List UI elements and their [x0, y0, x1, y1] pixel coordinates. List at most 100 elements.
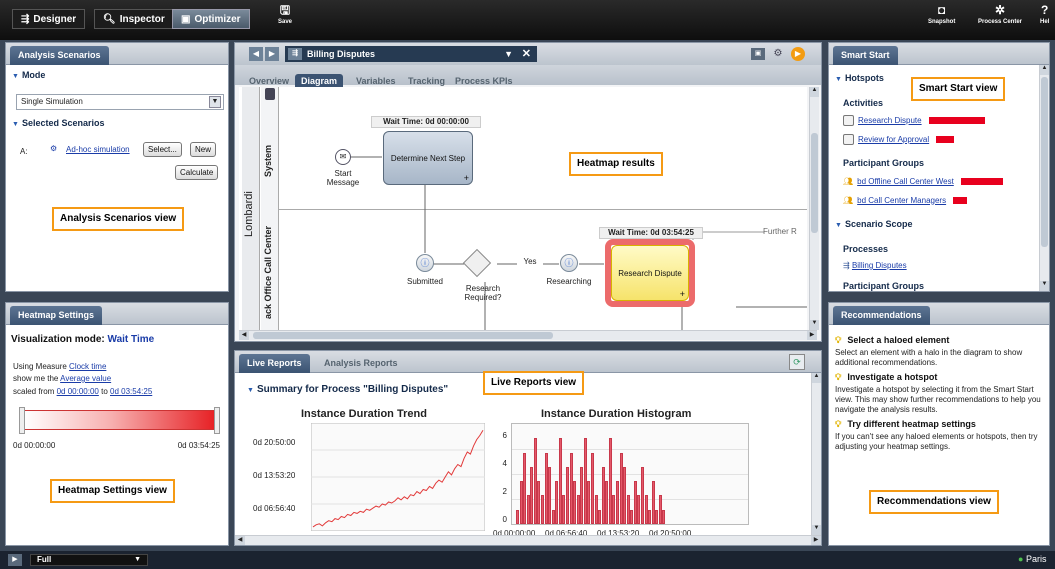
hotspot-link[interactable]: bd Call Center Managers [857, 196, 946, 205]
scroll-up-icon[interactable]: ▲ [810, 87, 819, 97]
tab-diagram[interactable]: Diagram [295, 74, 344, 88]
hotspots-section[interactable]: ▼ Hotspots [835, 73, 884, 83]
panel-header: Heatmap Settings [6, 303, 228, 325]
summary-section[interactable]: ▼ Summary for Process "Billing Disputes" [247, 384, 448, 395]
hotspot-item[interactable]: Research Dispute [843, 113, 985, 127]
recommendation-item: 💡︎ Select a haloed element Select an elem… [835, 335, 1045, 368]
smart-start-tab[interactable]: Smart Start [833, 46, 898, 65]
scale-to-link[interactable]: 0d 03:54:25 [110, 387, 152, 396]
visualization-mode-value[interactable]: Wait Time [108, 334, 155, 345]
chevron-down-icon[interactable]: ▼ [209, 96, 221, 108]
new-button[interactable]: New [190, 142, 217, 157]
tab-variables[interactable]: Variables [356, 76, 396, 86]
scroll-left-icon[interactable]: ◀ [239, 331, 249, 340]
tab-tracking[interactable]: Tracking [408, 76, 445, 86]
scroll-thumb[interactable] [1041, 77, 1048, 247]
chart-icon[interactable]: ▣ [751, 48, 765, 60]
hotspot-item[interactable]: 👥︎ bd Offline Call Center West [843, 174, 1003, 188]
view-select[interactable]: Full ▼ [30, 554, 148, 566]
tab-live-reports[interactable]: Live Reports [239, 354, 310, 373]
determine-next-step-label: Determine Next Step [390, 153, 466, 163]
process-selector[interactable]: ⇶ Billing Disputes ▼ ✕ [285, 46, 537, 62]
scroll-right-icon[interactable]: ▶ [811, 536, 821, 545]
scroll-down-icon[interactable]: ▼ [810, 320, 819, 330]
heatmap-settings-panel: Heatmap Settings Visualization mode: Wai… [5, 302, 229, 546]
reports-hscroll[interactable]: ◀ ▶ [235, 535, 821, 545]
heatmap-settings-tab[interactable]: Heatmap Settings [10, 306, 103, 325]
play-icon[interactable]: ▶ [8, 554, 22, 566]
user-indicator: ● Paris [1018, 554, 1046, 564]
info-icon[interactable]: ⓘ [416, 254, 434, 272]
settings-icon[interactable]: ⚙ [771, 48, 785, 60]
snapshot-button[interactable]: ◘ Snapshot [928, 4, 955, 26]
inspector-tab[interactable]: 🔍︎ Inspector [94, 9, 174, 29]
scenario-scope-label: Scenario Scope [844, 219, 913, 229]
help-button[interactable]: ? Hel [1040, 4, 1049, 26]
clock-time-link[interactable]: Clock time [69, 362, 106, 371]
recommendations-tab[interactable]: Recommendations [833, 306, 930, 325]
scroll-thumb[interactable] [811, 133, 818, 233]
process-list-item[interactable]: ⇶ Billing Disputes [843, 261, 907, 270]
recommendation-heading-text: Select a haloed element [847, 335, 950, 345]
select-button[interactable]: Select... [143, 142, 182, 157]
tab-analysis-reports[interactable]: Analysis Reports [324, 358, 398, 368]
smart-start-vscroll[interactable]: ▲ ▼ [1039, 65, 1049, 291]
scenario-scope-section[interactable]: ▼ Scenario Scope [835, 219, 912, 229]
min-slider-handle[interactable] [19, 407, 25, 434]
trend-y-axis: 0d 20:50:000d 13:53:200d 06:56:400d 00:0… [253, 426, 309, 546]
reports-vscroll[interactable]: ▲ ▼ [811, 373, 821, 535]
recommendation-text: If you can't see any haloed elements or … [835, 432, 1038, 451]
calculate-button[interactable]: Calculate [175, 165, 219, 180]
max-slider-handle[interactable] [214, 407, 220, 434]
mode-select[interactable]: Single Simulation ▼ [16, 94, 224, 110]
adhoc-simulation-link[interactable]: Ad-hoc simulation [66, 145, 130, 154]
selected-scenarios-section[interactable]: ▼ Selected Scenarios [12, 118, 104, 128]
hotspot-item[interactable]: Review for Approval [843, 132, 955, 146]
forward-arrow-icon[interactable]: ▶ [265, 47, 279, 61]
scroll-down-icon[interactable]: ▼ [812, 525, 821, 535]
research-dispute-task[interactable]: Research Dispute + [611, 245, 689, 301]
panel-header: Analysis Scenarios [6, 43, 228, 65]
scenario-row-prefix: A: [20, 147, 28, 156]
billing-disputes-link[interactable]: Billing Disputes [852, 261, 907, 270]
scroll-thumb[interactable] [253, 332, 553, 339]
optimizer-tab[interactable]: ▣ Optimizer [172, 9, 250, 29]
process-center-button[interactable]: ✲ Process Center [978, 4, 1022, 26]
hotspot-link[interactable]: bd Offline Call Center West [857, 177, 954, 186]
analysis-scenarios-tab[interactable]: Analysis Scenarios [10, 46, 109, 65]
diagram-vscroll[interactable]: ▲ ▼ [809, 87, 819, 330]
chevron-down-icon[interactable]: ▼ [134, 555, 141, 565]
save-button[interactable]: 🖫 Save [278, 4, 292, 26]
measure-label: Using Measure [13, 362, 67, 371]
collapse-icon: ▼ [835, 76, 842, 83]
scroll-down-icon[interactable]: ▼ [1040, 281, 1049, 291]
tab-process-kpis[interactable]: Process KPIs [455, 76, 513, 86]
recommendation-heading: 💡︎ Try different heatmap settings [835, 419, 1045, 430]
scroll-up-icon[interactable]: ▲ [812, 373, 821, 383]
tab-overview[interactable]: Overview [249, 76, 289, 86]
envelope-icon[interactable]: ✉ [335, 149, 351, 165]
refresh-icon[interactable]: ⟳ [789, 354, 805, 370]
determine-next-step-task[interactable]: Determine Next Step + [383, 131, 473, 185]
scale-from-link[interactable]: 0d 00:00:00 [57, 387, 99, 396]
average-value-link[interactable]: Average value [60, 374, 111, 383]
recommendations-callout: Recommendations view [869, 490, 999, 514]
mode-section[interactable]: ▼ Mode [12, 70, 45, 80]
close-icon[interactable]: ✕ [522, 46, 531, 62]
visualization-mode-label: Visualization mode: [11, 334, 105, 345]
hotspot-item[interactable]: 👥︎ bd Call Center Managers [843, 193, 968, 207]
chevron-down-icon[interactable]: ▼ [504, 46, 513, 62]
diagram-canvas[interactable]: Lombardi System ack Office Call Center W… [239, 87, 807, 330]
aggregate-label: show me the [13, 374, 59, 383]
designer-tab[interactable]: ⇶ Designer [12, 9, 86, 29]
play-icon[interactable]: ▶ [791, 47, 805, 61]
hotspot-link[interactable]: Review for Approval [858, 135, 929, 144]
scroll-up-icon[interactable]: ▲ [1040, 65, 1049, 75]
optimizer-tab-label: Optimizer [194, 13, 241, 25]
diagram-hscroll[interactable]: ◀ ▶ [239, 330, 817, 340]
scroll-left-icon[interactable]: ◀ [235, 536, 245, 545]
hotspot-link[interactable]: Research Dispute [858, 116, 922, 125]
scroll-right-icon[interactable]: ▶ [807, 331, 817, 340]
info-icon[interactable]: ⓘ [560, 254, 578, 272]
back-arrow-icon[interactable]: ◀ [249, 47, 263, 61]
